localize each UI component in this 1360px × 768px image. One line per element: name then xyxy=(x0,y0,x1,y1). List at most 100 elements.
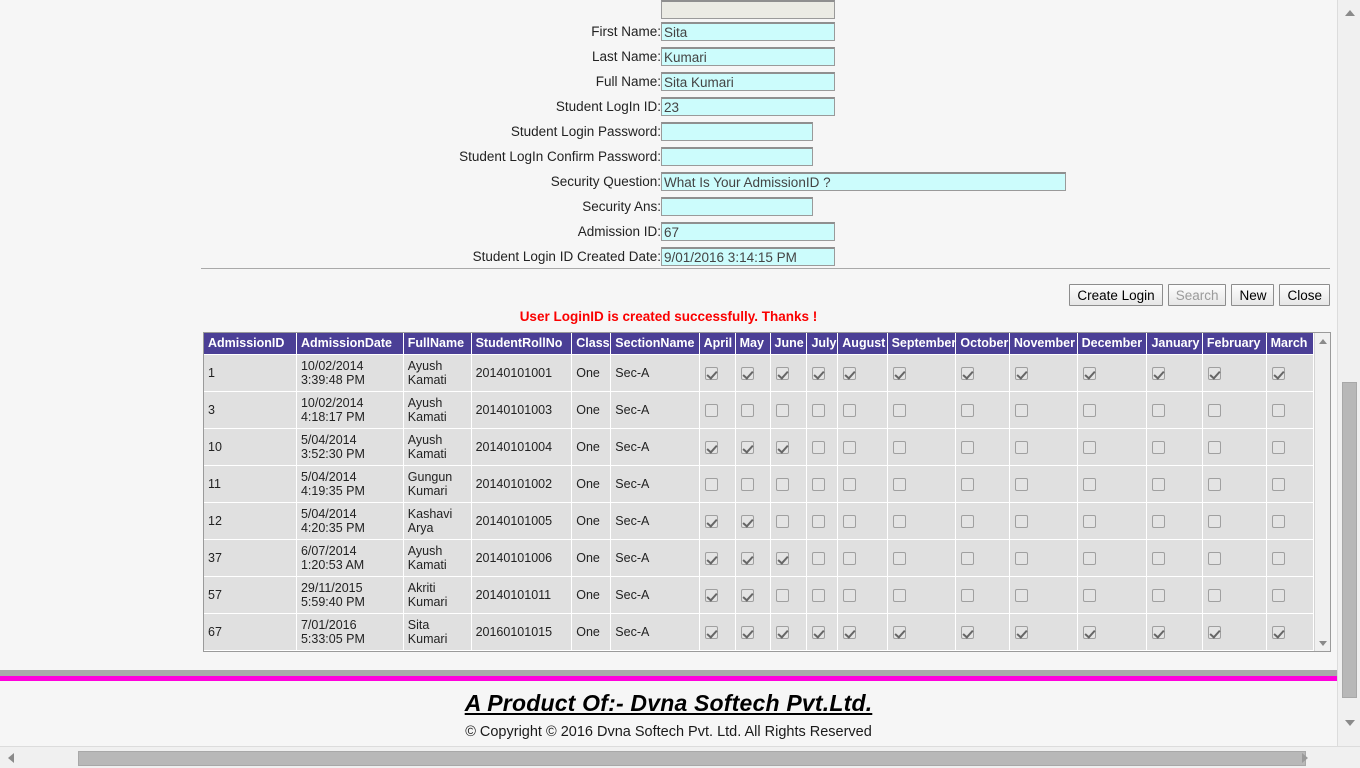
cell-month-june[interactable] xyxy=(770,391,808,429)
checkbox-july[interactable] xyxy=(812,366,826,380)
checkbox-november[interactable] xyxy=(1014,366,1028,380)
checkbox-august[interactable] xyxy=(843,403,857,417)
checkbox-july[interactable] xyxy=(812,403,826,417)
checkbox-july[interactable] xyxy=(812,551,826,565)
grid-column-header-january[interactable]: January xyxy=(1146,333,1203,355)
cell-month-august[interactable] xyxy=(837,465,888,503)
checkbox-march[interactable] xyxy=(1271,625,1285,639)
checkbox-august[interactable] xyxy=(843,366,857,380)
cell-month-december[interactable] xyxy=(1077,465,1148,503)
checkbox-october[interactable] xyxy=(961,514,975,528)
table-row[interactable]: 11 5/04/2014 4:19:35 PM Gungun Kumari 2014010… xyxy=(204,465,1314,503)
cell-month-september[interactable] xyxy=(887,391,957,429)
checkbox-march[interactable] xyxy=(1271,551,1285,565)
cell-month-september[interactable] xyxy=(887,428,957,466)
cell-month-december[interactable] xyxy=(1077,613,1148,651)
checkbox-february[interactable] xyxy=(1207,514,1221,528)
cell-month-april[interactable] xyxy=(699,539,736,577)
cell-month-august[interactable] xyxy=(837,539,888,577)
cell-month-april[interactable] xyxy=(699,613,736,651)
cell-month-november[interactable] xyxy=(1009,539,1078,577)
checkbox-january[interactable] xyxy=(1152,366,1166,380)
cell-month-october[interactable] xyxy=(955,428,1010,466)
checkbox-october[interactable] xyxy=(961,588,975,602)
cell-month-september[interactable] xyxy=(887,539,957,577)
grid-column-header-class[interactable]: Class xyxy=(571,333,612,355)
input-first-name[interactable] xyxy=(661,22,835,41)
checkbox-november[interactable] xyxy=(1014,477,1028,491)
cell-month-november[interactable] xyxy=(1009,354,1078,392)
grid-column-header-admissiondate[interactable]: AdmissionDate xyxy=(296,333,404,355)
checkbox-june[interactable] xyxy=(775,588,789,602)
cell-month-september[interactable] xyxy=(887,576,957,614)
input-security-question[interactable] xyxy=(661,172,1066,191)
checkbox-october[interactable] xyxy=(961,625,975,639)
checkbox-april[interactable] xyxy=(704,514,718,528)
cell-month-december[interactable] xyxy=(1077,502,1148,540)
checkbox-may[interactable] xyxy=(740,588,754,602)
cell-month-october[interactable] xyxy=(955,576,1010,614)
grid-column-header-february[interactable]: February xyxy=(1202,333,1267,355)
table-row[interactable]: 3 10/02/2014 4:18:17 PM Ayush Kamati 20140101… xyxy=(204,391,1314,429)
cell-month-january[interactable] xyxy=(1146,391,1203,429)
cell-month-april[interactable] xyxy=(699,502,736,540)
scroll-left-arrow-icon[interactable] xyxy=(6,747,26,768)
cell-month-june[interactable] xyxy=(770,613,808,651)
cell-month-july[interactable] xyxy=(806,502,839,540)
input-student-login-confirm-password[interactable] xyxy=(661,147,813,166)
cell-month-october[interactable] xyxy=(955,354,1010,392)
checkbox-april[interactable] xyxy=(704,477,718,491)
checkbox-november[interactable] xyxy=(1014,403,1028,417)
cell-month-february[interactable] xyxy=(1202,539,1267,577)
cell-month-september[interactable] xyxy=(887,613,957,651)
cell-month-january[interactable] xyxy=(1146,502,1203,540)
checkbox-october[interactable] xyxy=(961,366,975,380)
cell-month-july[interactable] xyxy=(806,465,839,503)
checkbox-february[interactable] xyxy=(1207,588,1221,602)
grid-column-header-december[interactable]: December xyxy=(1077,333,1148,355)
cell-month-november[interactable] xyxy=(1009,465,1078,503)
checkbox-december[interactable] xyxy=(1082,625,1096,639)
checkbox-march[interactable] xyxy=(1271,588,1285,602)
checkbox-october[interactable] xyxy=(961,477,975,491)
cell-month-november[interactable] xyxy=(1009,391,1078,429)
checkbox-may[interactable] xyxy=(740,551,754,565)
checkbox-february[interactable] xyxy=(1207,440,1221,454)
cell-month-november[interactable] xyxy=(1009,613,1078,651)
cell-month-november[interactable] xyxy=(1009,428,1078,466)
cell-month-january[interactable] xyxy=(1146,576,1203,614)
cell-month-june[interactable] xyxy=(770,428,808,466)
checkbox-june[interactable] xyxy=(775,514,789,528)
cell-month-may[interactable] xyxy=(735,354,771,392)
cell-month-july[interactable] xyxy=(806,539,839,577)
checkbox-december[interactable] xyxy=(1082,477,1096,491)
checkbox-january[interactable] xyxy=(1152,477,1166,491)
checkbox-october[interactable] xyxy=(961,403,975,417)
checkbox-december[interactable] xyxy=(1082,403,1096,417)
checkbox-december[interactable] xyxy=(1082,551,1096,565)
grid-column-header-admissionid[interactable]: AdmissionID xyxy=(204,333,297,355)
cell-month-may[interactable] xyxy=(735,576,771,614)
checkbox-april[interactable] xyxy=(704,551,718,565)
checkbox-february[interactable] xyxy=(1207,625,1221,639)
checkbox-may[interactable] xyxy=(740,625,754,639)
checkbox-august[interactable] xyxy=(843,440,857,454)
checkbox-january[interactable] xyxy=(1152,625,1166,639)
close-button[interactable]: Close xyxy=(1279,284,1330,306)
checkbox-march[interactable] xyxy=(1271,366,1285,380)
checkbox-august[interactable] xyxy=(843,551,857,565)
grid-column-header-april[interactable]: April xyxy=(699,333,736,355)
checkbox-september[interactable] xyxy=(892,403,906,417)
cell-month-april[interactable] xyxy=(699,391,736,429)
checkbox-december[interactable] xyxy=(1082,514,1096,528)
cell-month-february[interactable] xyxy=(1202,354,1267,392)
table-row[interactable]: 57 29/11/2015 5:59:40 PM Akriti Kumari 201401… xyxy=(204,576,1314,614)
grid-column-header-september[interactable]: September xyxy=(887,333,957,355)
cell-month-october[interactable] xyxy=(955,613,1010,651)
grid-column-header-november[interactable]: November xyxy=(1009,333,1078,355)
cell-month-november[interactable] xyxy=(1009,576,1078,614)
cell-month-july[interactable] xyxy=(806,428,839,466)
checkbox-january[interactable] xyxy=(1152,514,1166,528)
checkbox-march[interactable] xyxy=(1271,514,1285,528)
cell-month-january[interactable] xyxy=(1146,539,1203,577)
